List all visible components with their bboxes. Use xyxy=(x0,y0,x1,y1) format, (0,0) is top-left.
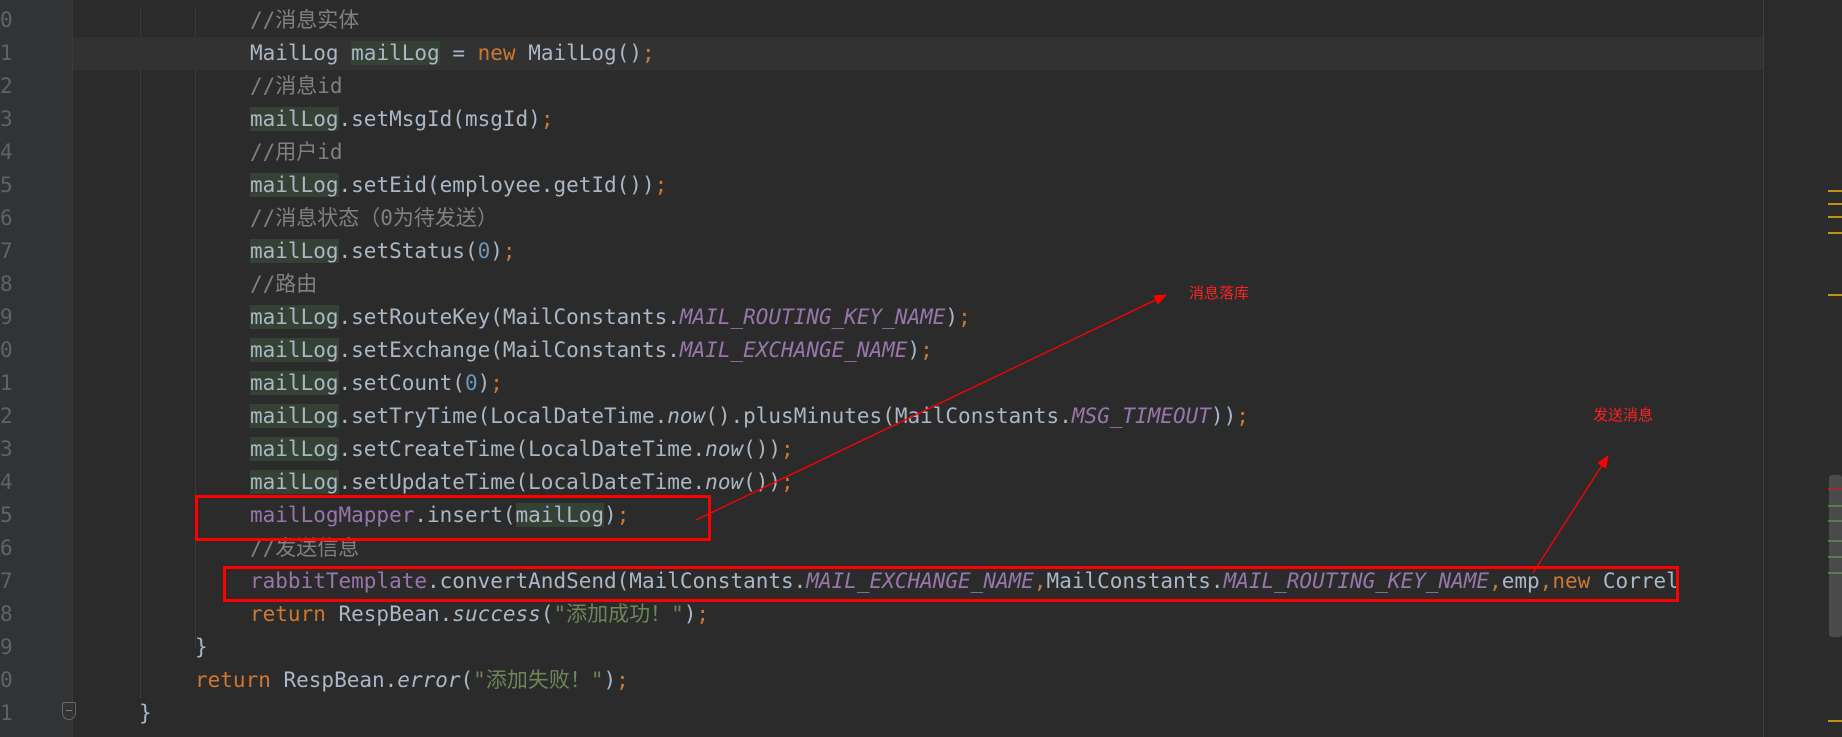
error-stripe-mark[interactable] xyxy=(1828,294,1842,296)
error-stripe-mark[interactable] xyxy=(1828,540,1842,542)
send-arrow xyxy=(1532,454,1609,574)
send-annotation-label: 发送消息 xyxy=(1593,406,1654,424)
error-stripe-mark[interactable] xyxy=(1828,216,1842,218)
error-stripe-mark[interactable] xyxy=(1828,190,1842,192)
persist-annotation-label: 消息落库 xyxy=(1189,284,1250,302)
error-stripe-mark[interactable] xyxy=(1828,720,1842,722)
error-stripe-mark[interactable] xyxy=(1828,232,1842,234)
error-stripe-mark[interactable] xyxy=(1828,520,1842,522)
error-stripe-mark[interactable] xyxy=(1828,556,1842,558)
error-stripe-mark[interactable] xyxy=(1828,488,1842,490)
error-stripe-mark[interactable] xyxy=(1828,203,1842,205)
error-stripe-mark[interactable] xyxy=(1828,505,1842,507)
persist-arrow xyxy=(695,294,1168,521)
error-stripe-mark[interactable] xyxy=(1828,572,1842,574)
annotation-arrows xyxy=(695,294,1609,574)
